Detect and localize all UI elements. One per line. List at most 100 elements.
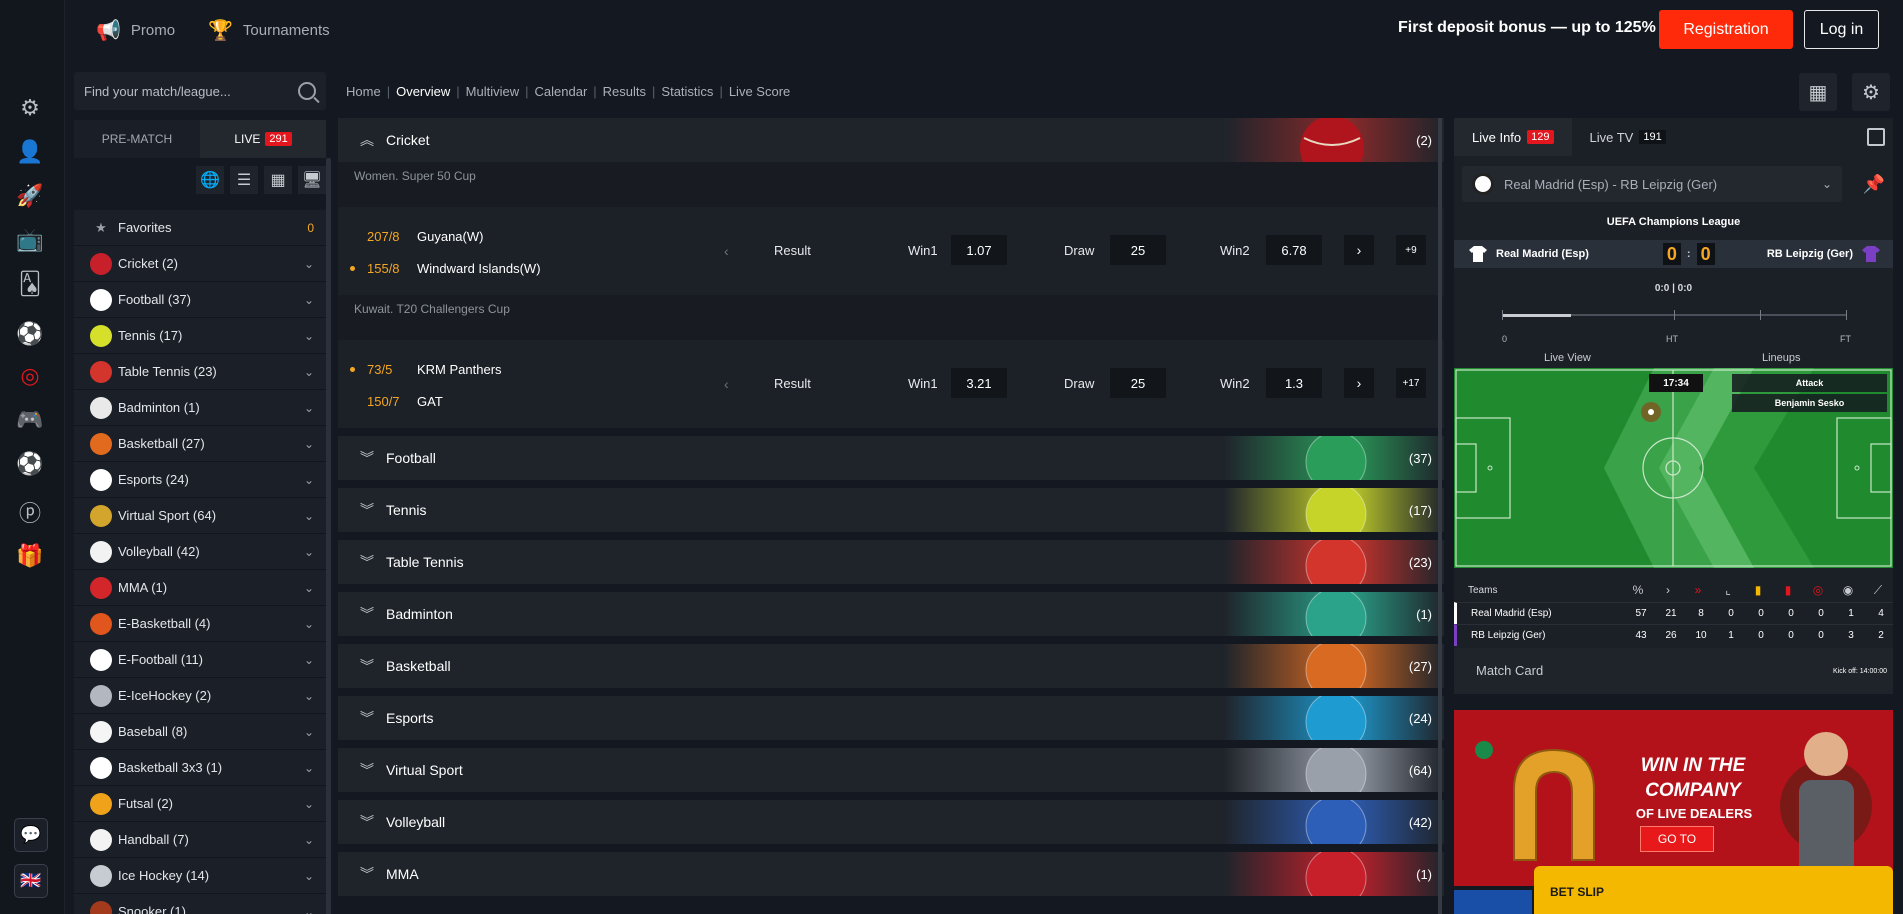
sidebar-sport-item[interactable]: Volleyball (42) ⌄ xyxy=(74,534,326,570)
settings-gear-icon[interactable]: ⚙ xyxy=(1852,73,1890,111)
chevron-right-icon[interactable]: › xyxy=(1344,368,1374,398)
bet-slip-tab[interactable]: BET SLIP xyxy=(1534,866,1893,914)
chevron-down-icon[interactable]: ⌄ xyxy=(304,257,314,271)
tab-live-tv[interactable]: Live TV 191 xyxy=(1572,118,1684,156)
sport-group-header[interactable]: ︾ Basketball (27) xyxy=(338,644,1444,688)
gift-icon[interactable]: 🎁 xyxy=(12,538,48,574)
chevron-down-icon[interactable]: ⌄ xyxy=(304,365,314,379)
chevron-down-icon[interactable]: ⌄ xyxy=(304,869,314,883)
search-input[interactable] xyxy=(84,83,298,99)
live-view-link[interactable]: Live View xyxy=(1544,352,1591,364)
sidebar-sport-item[interactable]: Futsal (2) ⌄ xyxy=(74,786,326,822)
chevron-down-icon[interactable]: ⌄ xyxy=(304,329,314,343)
calculator-icon[interactable]: ▦ xyxy=(1799,73,1837,111)
sport-group-header[interactable]: ︾ Football (37) xyxy=(338,436,1444,480)
poker-chip-icon[interactable]: ⓟ xyxy=(12,494,48,530)
virtual-sport-icon[interactable]: ⚽ xyxy=(12,446,48,482)
chevron-down-icon[interactable]: ⌄ xyxy=(304,509,314,523)
sidebar-sport-item[interactable]: E-Basketball (4) ⌄ xyxy=(74,606,326,642)
lineups-link[interactable]: Lineups xyxy=(1762,352,1801,364)
globe-icon[interactable]: 🌐 xyxy=(196,166,224,194)
sidebar-sport-item[interactable]: Baseball (8) ⌄ xyxy=(74,714,326,750)
registration-button[interactable]: Registration xyxy=(1659,10,1793,49)
sidebar-scrollbar[interactable] xyxy=(326,158,331,914)
chevron-down-icon[interactable]: ⌄ xyxy=(304,905,314,914)
chevron-right-icon[interactable]: › xyxy=(1344,235,1374,265)
promo-banner[interactable]: WIN IN THE COMPANY OF LIVE DEALERS GO TO xyxy=(1454,710,1893,886)
sports-icon[interactable]: ⚙ xyxy=(12,90,48,126)
target-icon[interactable]: ◎ xyxy=(12,358,48,394)
draw-odd[interactable]: 25 xyxy=(1110,368,1166,398)
sport-group-header[interactable]: ︾ MMA (1) xyxy=(338,852,1444,896)
sidebar-sport-item[interactable]: Ice Hockey (14) ⌄ xyxy=(74,858,326,894)
match-row[interactable]: 73/5 KRM Panthers 150/7 GAT ‹ Result Win1 3.21 D… xyxy=(338,340,1444,428)
sidebar-sport-item[interactable]: Esports (24) ⌄ xyxy=(74,462,326,498)
sport-group-header[interactable]: ︾ Tennis (17) xyxy=(338,488,1444,532)
tab-live[interactable]: LIVE 291 xyxy=(200,120,326,158)
rocket-icon[interactable]: 🚀 xyxy=(12,178,48,214)
chevron-down-icon[interactable]: ⌄ xyxy=(304,581,314,595)
sidebar-sport-item[interactable]: Handball (7) ⌄ xyxy=(74,822,326,858)
chevron-down-icon[interactable]: ⌄ xyxy=(304,617,314,631)
breadcrumb-link[interactable]: Multiview xyxy=(466,84,519,99)
list-view-icon[interactable]: ☰ xyxy=(230,166,258,194)
tournaments-link[interactable]: 🏆 Tournaments xyxy=(208,18,330,43)
chevron-down-icon[interactable]: ⌄ xyxy=(304,545,314,559)
sport-group-header[interactable]: ︾ Badminton (1) xyxy=(338,592,1444,636)
main-scrollbar[interactable] xyxy=(1438,118,1442,914)
sport-group-header[interactable]: ︾ Table Tennis (23) xyxy=(338,540,1444,584)
chevron-down-icon[interactable]: ⌄ xyxy=(304,653,314,667)
breadcrumb-link[interactable]: Live Score xyxy=(729,84,790,99)
win1-odd[interactable]: 1.07 xyxy=(951,235,1007,265)
language-flag-icon[interactable]: 🇬🇧 xyxy=(14,864,48,898)
league-row[interactable]: Kuwait. T20 Challengers Cup xyxy=(338,295,1444,322)
chevron-down-icon[interactable]: ⌄ xyxy=(304,437,314,451)
sidebar-sport-item[interactable]: Football (37) ⌄ xyxy=(74,282,326,318)
sport-group-header[interactable]: ︾ Volleyball (42) xyxy=(338,800,1444,844)
sidebar-sport-item[interactable]: Snooker (1) ⌄ xyxy=(74,894,326,914)
live-user-icon[interactable]: 👤 xyxy=(12,134,48,170)
tab-prematch[interactable]: PRE-MATCH xyxy=(74,120,200,158)
match-select[interactable]: Real Madrid (Esp) - RB Leipzig (Ger) ⌄ xyxy=(1462,166,1842,202)
sidebar-item-favorites[interactable]: ★ Favorites 0 xyxy=(74,210,326,246)
breadcrumb-link[interactable]: Overview xyxy=(396,84,450,99)
match-card[interactable]: Match Card Kick off: 14:00:00 xyxy=(1454,648,1893,694)
win2-odd[interactable]: 1.3 xyxy=(1266,368,1322,398)
chevron-down-icon[interactable]: ⌄ xyxy=(304,761,314,775)
team-home[interactable]: 207/8 Guyana(W) xyxy=(350,229,483,244)
chevron-down-icon[interactable]: ⌄ xyxy=(304,725,314,739)
sidebar-sport-item[interactable]: Cricket (2) ⌄ xyxy=(74,246,326,282)
breadcrumb-link[interactable]: Home xyxy=(346,84,381,99)
promo-go-button[interactable]: GO TO xyxy=(1640,826,1714,852)
login-button[interactable]: Log in xyxy=(1804,10,1879,49)
chevron-down-icon[interactable]: ⌄ xyxy=(304,473,314,487)
football-icon[interactable]: ⚽ xyxy=(12,316,48,352)
monitor-view-icon[interactable]: 🖥 xyxy=(298,166,326,194)
chevron-left-icon[interactable]: ‹ xyxy=(724,376,729,392)
tab-live-info[interactable]: Live Info 129 xyxy=(1454,118,1572,156)
league-row[interactable]: Women. Super 50 Cup xyxy=(338,162,1444,189)
more-markets-button[interactable]: +9 xyxy=(1396,235,1426,265)
tv-icon[interactable]: 📺 xyxy=(12,222,48,258)
team-away[interactable]: 155/8 Windward Islands(W) xyxy=(350,261,541,276)
group-cricket[interactable]: ︽ Cricket (2) xyxy=(338,118,1444,162)
gamepad-icon[interactable]: 🎮 xyxy=(12,402,48,438)
chat-icon[interactable]: 💬 xyxy=(14,818,48,852)
match-row[interactable]: 207/8 Guyana(W) 155/8 Windward Islands(W) ‹ R… xyxy=(338,207,1444,295)
pin-icon[interactable]: 📌 xyxy=(1863,174,1885,195)
scoreboard-view-icon[interactable]: ▦ xyxy=(264,166,292,194)
sport-group-header[interactable]: ︾ Virtual Sport (64) xyxy=(338,748,1444,792)
team-away[interactable]: 150/7 GAT xyxy=(350,394,443,409)
cards-icon[interactable]: 🂡 xyxy=(12,266,48,302)
breadcrumb-link[interactable]: Calendar xyxy=(535,84,588,99)
expand-icon[interactable] xyxy=(1867,128,1885,146)
sidebar-sport-item[interactable]: Virtual Sport (64) ⌄ xyxy=(74,498,326,534)
sidebar-sport-item[interactable]: MMA (1) ⌄ xyxy=(74,570,326,606)
breadcrumb-link[interactable]: Results xyxy=(603,84,646,99)
chevron-down-icon[interactable]: ⌄ xyxy=(304,401,314,415)
sidebar-sport-item[interactable]: E-Football (11) ⌄ xyxy=(74,642,326,678)
promo-link[interactable]: 📢 Promo xyxy=(96,18,175,43)
chevron-down-icon[interactable]: ⌄ xyxy=(304,293,314,307)
breadcrumb-link[interactable]: Statistics xyxy=(661,84,713,99)
chevron-down-icon[interactable]: ⌄ xyxy=(304,797,314,811)
